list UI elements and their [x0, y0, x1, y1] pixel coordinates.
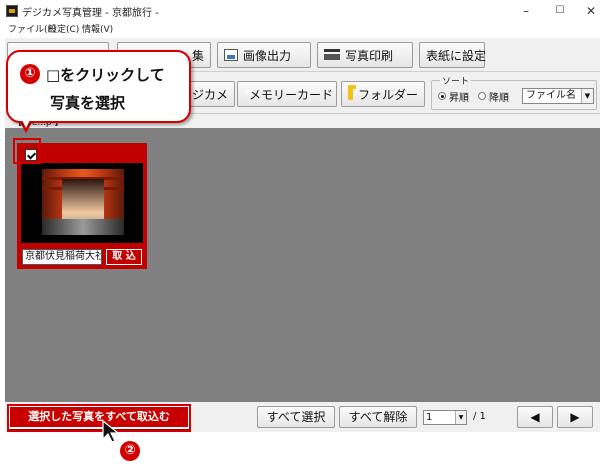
menu-bar: ファイル(F) 設定(C) 情報(V) — [0, 22, 605, 36]
stone-path — [42, 219, 124, 235]
page-select[interactable]: 1 ▼ — [423, 410, 467, 425]
page-total: / 1 — [473, 411, 486, 422]
memory-card-label: メモリーカード — [249, 87, 334, 102]
photo-import-button[interactable]: 取 込 — [106, 249, 142, 265]
chevron-down-icon: ▼ — [455, 411, 466, 424]
import-button-highlight — [7, 404, 191, 432]
sort-legend: ソート — [440, 74, 472, 87]
memory-card-button[interactable]: メモリーカード — [237, 81, 337, 107]
callout-line1: □をクリックして — [46, 66, 165, 84]
sort-group: ソート 昇順 降順 ファイル名 ▼ — [431, 74, 597, 110]
title-bar: デジカメ写真管理 - 京都旅行 - – ☐ ✕ — [0, 0, 605, 22]
minimize-button[interactable]: – — [516, 3, 536, 19]
callout-tail-inner — [21, 118, 31, 128]
sort-descending-label: 降順 — [489, 93, 509, 104]
cover-setting-label: 表紙に設定 — [426, 48, 487, 63]
prev-arrow-icon: ◀ — [530, 410, 540, 424]
digital-camera-label: ジカメ — [191, 87, 228, 102]
photo-thumbnail-frame — [21, 163, 143, 243]
cover-setting-button[interactable]: 表紙に設定 — [419, 42, 487, 68]
folder-icon — [348, 85, 356, 100]
mouse-cursor-icon — [102, 420, 120, 443]
select-all-button[interactable]: すべて選択 — [257, 406, 335, 428]
instruction-callout: ① □をクリックして 写真を選択 — [6, 50, 191, 123]
callout-line2: 写真を選択 — [50, 94, 126, 112]
image-output-button[interactable]: 画像出力 — [217, 42, 311, 68]
sort-ascending-label: 昇順 — [449, 93, 469, 104]
edit-label: 集 — [191, 48, 204, 63]
photo-name-field[interactable]: 京都伏見稲荷大社 — [22, 249, 102, 265]
app-window: デジカメ写真管理 - 京都旅行 - – ☐ ✕ ファイル(F) 設定(C) 情報… — [0, 0, 605, 472]
chevron-down-icon: ▼ — [581, 89, 593, 103]
prev-page-button[interactable]: ◀ — [517, 406, 553, 428]
maximize-button[interactable]: ☐ — [550, 3, 570, 19]
close-button[interactable]: ✕ — [581, 3, 601, 19]
sort-field-value: ファイル名 — [526, 90, 576, 101]
checkbox-highlight — [13, 138, 41, 164]
sort-field-select[interactable]: ファイル名 ▼ — [522, 88, 594, 104]
menu-settings[interactable]: 設定(C) — [48, 22, 79, 35]
image-output-icon — [224, 49, 238, 61]
deselect-all-button[interactable]: すべて解除 — [339, 406, 417, 428]
page-current: 1 — [426, 412, 433, 423]
app-icon — [6, 5, 18, 17]
photo-print-button[interactable]: 写真印刷 — [317, 42, 413, 68]
photo-print-label: 写真印刷 — [345, 48, 394, 63]
menu-info[interactable]: 情報(V) — [82, 22, 113, 35]
folder-button[interactable]: フォルダー — [341, 81, 425, 107]
printer-icon — [324, 49, 340, 61]
window-title: デジカメ写真管理 - 京都旅行 - — [22, 8, 159, 19]
step2-badge: ② — [120, 441, 140, 461]
next-arrow-icon: ▶ — [570, 410, 580, 424]
next-page-button[interactable]: ▶ — [557, 406, 593, 428]
image-output-label: 画像出力 — [243, 48, 292, 63]
photo-thumbnail[interactable] — [42, 169, 124, 235]
folder-label: フォルダー — [357, 87, 418, 102]
step1-badge: ① — [20, 64, 40, 84]
sort-descending-radio[interactable] — [478, 92, 486, 100]
sort-ascending-radio[interactable] — [438, 92, 446, 100]
photo-grid-area: 京都伏見稲荷大社 取 込 — [5, 128, 600, 402]
